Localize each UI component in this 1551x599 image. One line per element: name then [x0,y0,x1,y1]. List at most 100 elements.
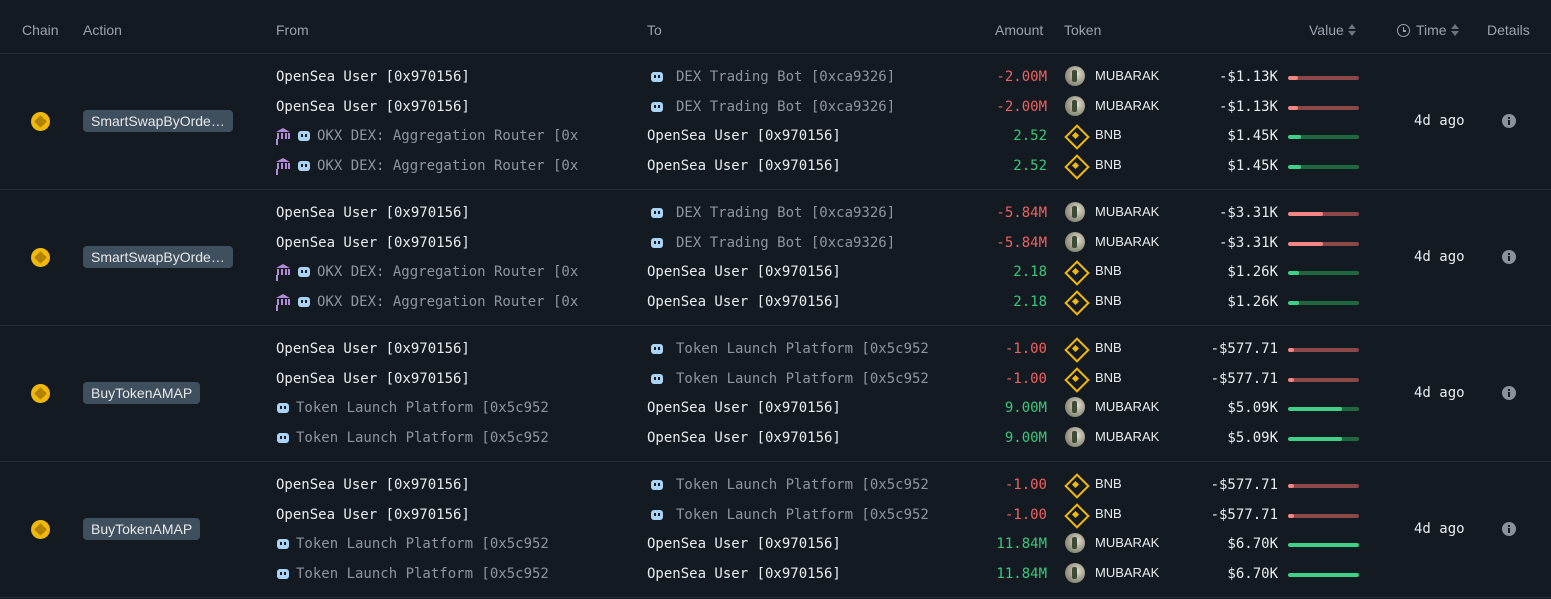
token-name-link[interactable]: BNB [1095,340,1122,355]
from-address-link[interactable]: OpenSea User [0x970156] [276,235,470,251]
usd-value: $5.09K [1227,400,1278,416]
from-address-link[interactable]: Token Launch Platform [0x5c952 [276,566,549,582]
exchange-icon [276,294,291,307]
bnb-token-icon [1065,261,1085,281]
header-time-sort[interactable]: Time [1397,22,1460,38]
usd-value: $5.09K [1227,430,1278,446]
from-address-link[interactable]: OpenSea User [0x970156] [276,477,470,493]
from-address-label: OpenSea User [0x970156] [276,341,470,357]
action-badge[interactable]: SmartSwapByOrderId [83,246,233,268]
from-address-link[interactable]: OpenSea User [0x970156] [276,371,470,387]
amount: -1.00 [1004,341,1047,357]
token-name-link[interactable]: BNB [1095,370,1122,385]
from-address-link[interactable]: OKX DEX: Aggregation Router [0x [276,294,578,310]
amount: 11.84M [996,566,1047,582]
bnb-token-icon [1065,291,1085,311]
bot-icon [650,508,664,520]
to-address-link[interactable]: Token Launch Platform [0x5c952 [650,507,929,523]
from-address-label: OKX DEX: Aggregation Router [0x [317,294,579,310]
amount: 2.18 [1013,294,1047,310]
from-address-link[interactable]: OpenSea User [0x970156] [276,69,470,85]
to-address-link[interactable]: Token Launch Platform [0x5c952 [650,371,929,387]
action-badge[interactable]: SmartSwapByOrderId [83,110,233,132]
transaction-group: SmartSwapByOrderId 4d ago OpenSea User [0x… [0,190,1551,326]
from-address-link[interactable]: Token Launch Platform [0x5c952 [276,536,549,552]
exchange-icon [276,264,291,277]
info-icon[interactable] [1502,250,1516,264]
transaction-group: BuyTokenAMAP 4d ago OpenSea User [0x970156… [0,462,1551,598]
amount: -1.00 [1004,507,1047,523]
value-bar [1288,271,1359,275]
to-address-link[interactable]: OpenSea User [0x970156] [647,264,841,280]
value-bar-fill [1288,135,1301,139]
value-bar [1288,165,1359,169]
from-address-link[interactable]: Token Launch Platform [0x5c952 [276,400,549,416]
token-name-link[interactable]: BNB [1095,476,1122,491]
to-address-link[interactable]: OpenSea User [0x970156] [647,400,841,416]
to-address-link[interactable]: OpenSea User [0x970156] [647,536,841,552]
to-address-link[interactable]: OpenSea User [0x970156] [647,294,841,310]
value-bar [1288,212,1359,216]
token-name-link[interactable]: BNB [1095,263,1122,278]
from-address-link[interactable]: OpenSea User [0x970156] [276,99,470,115]
to-address-label: OpenSea User [0x970156] [647,128,841,144]
to-address-label: OpenSea User [0x970156] [647,158,841,174]
to-address-link[interactable]: DEX Trading Bot [0xca9326] [650,235,895,251]
to-address-label: OpenSea User [0x970156] [647,536,841,552]
time-ago: 4d ago [1414,521,1465,537]
to-address-link[interactable]: Token Launch Platform [0x5c952 [650,477,929,493]
info-icon[interactable] [1502,386,1516,400]
from-address-link[interactable]: OKX DEX: Aggregation Router [0x [276,264,578,280]
value-bar [1288,242,1359,246]
value-bar [1288,543,1359,547]
from-address-label: OpenSea User [0x970156] [276,99,470,115]
bot-icon [650,372,664,384]
action-badge[interactable]: BuyTokenAMAP [83,518,201,540]
bot-icon [650,206,664,218]
bot-icon [650,342,664,354]
from-address-link[interactable]: OpenSea User [0x970156] [276,507,470,523]
bot-icon [650,236,664,248]
action-badge[interactable]: BuyTokenAMAP [83,382,201,404]
to-address-link[interactable]: OpenSea User [0x970156] [647,128,841,144]
from-address-link[interactable]: Token Launch Platform [0x5c952 [276,430,549,446]
from-address-link[interactable]: OpenSea User [0x970156] [276,341,470,357]
from-address-link[interactable]: OKX DEX: Aggregation Router [0x [276,158,578,174]
amount: 11.84M [996,536,1047,552]
header-value: Value [1309,22,1344,38]
token-name-link[interactable]: BNB [1095,157,1122,172]
to-address-link[interactable]: OpenSea User [0x970156] [647,430,841,446]
header-value-sort[interactable]: Value [1309,22,1357,38]
info-icon[interactable] [1502,522,1516,536]
bnb-token-icon [1065,338,1085,358]
token-name-link[interactable]: BNB [1095,293,1122,308]
info-icon[interactable] [1502,114,1516,128]
token-name-link[interactable]: BNB [1095,127,1122,142]
value-bar-fill [1288,348,1294,352]
value-bar [1288,573,1359,577]
to-address-link[interactable]: OpenSea User [0x970156] [647,158,841,174]
to-address-link[interactable]: DEX Trading Bot [0xca9326] [650,99,895,115]
usd-value: $6.70K [1227,566,1278,582]
bot-icon [297,129,311,141]
token-name-link[interactable]: BNB [1095,506,1122,521]
amount: -2.00M [996,99,1047,115]
value-bar [1288,378,1359,382]
bot-icon [276,431,290,443]
from-address-link[interactable]: OKX DEX: Aggregation Router [0x [276,128,578,144]
from-address-label: OpenSea User [0x970156] [276,205,470,221]
from-address-link[interactable]: OpenSea User [0x970156] [276,205,470,221]
to-address-link[interactable]: Token Launch Platform [0x5c952 [650,341,929,357]
sort-icon [1347,23,1357,37]
bot-icon [276,567,290,579]
to-address-link[interactable]: DEX Trading Bot [0xca9326] [650,69,895,85]
from-address-label: OKX DEX: Aggregation Router [0x [317,264,579,280]
value-bar [1288,301,1359,305]
value-bar [1288,76,1359,80]
value-bar [1288,348,1359,352]
to-address-label: OpenSea User [0x970156] [647,264,841,280]
value-bar-fill [1288,301,1299,305]
to-address-label: OpenSea User [0x970156] [647,566,841,582]
to-address-link[interactable]: OpenSea User [0x970156] [647,566,841,582]
to-address-link[interactable]: DEX Trading Bot [0xca9326] [650,205,895,221]
